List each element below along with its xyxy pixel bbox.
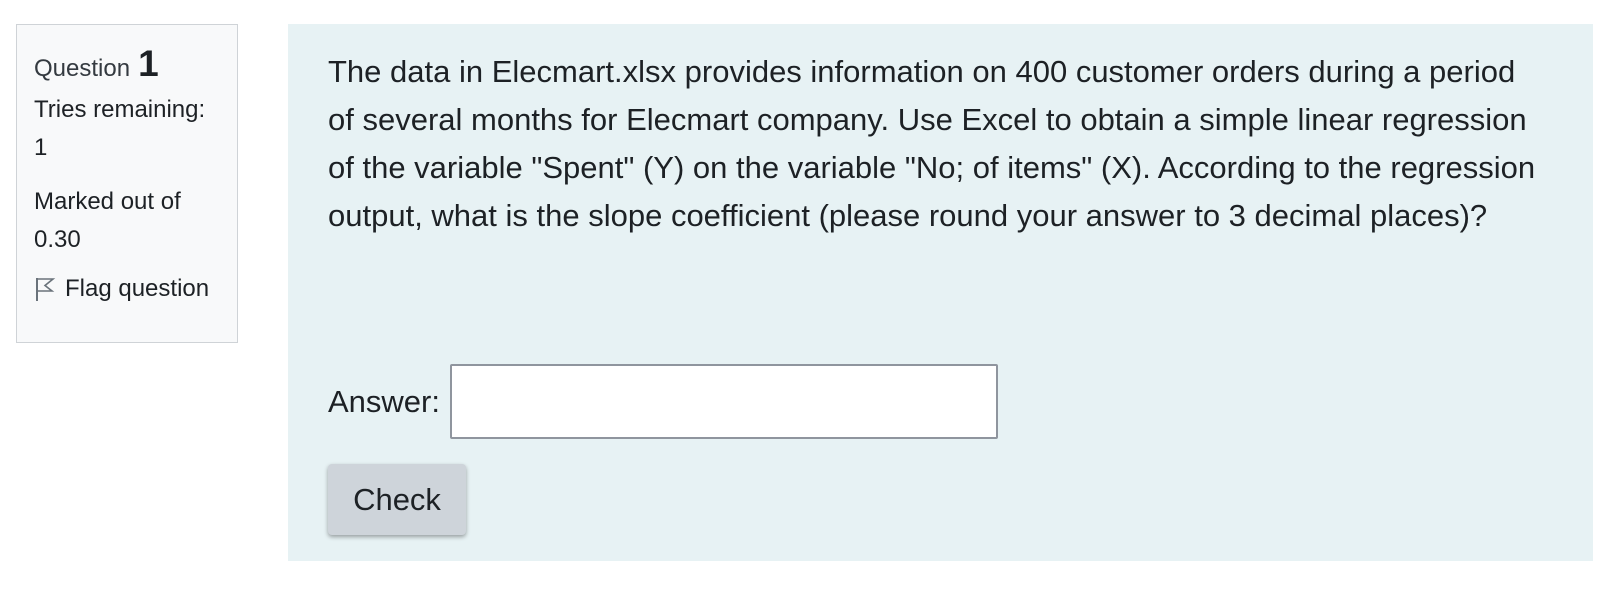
question-text: The data in Elecmart.xlsx provides infor… bbox=[328, 54, 1536, 233]
answer-row: Answer: bbox=[328, 364, 998, 439]
question-label: Question bbox=[34, 55, 131, 82]
answer-input[interactable] bbox=[449, 364, 998, 439]
flag-question-label: Flag question bbox=[65, 275, 210, 302]
question-number: 1 bbox=[138, 43, 159, 84]
flag-icon bbox=[34, 276, 56, 302]
tries-value: 1 bbox=[34, 134, 48, 161]
marked-value: 0.30 bbox=[34, 226, 81, 253]
flag-question-link[interactable]: Flag question bbox=[34, 275, 220, 303]
tries-remaining: Tries remaining: 1 bbox=[34, 91, 220, 167]
check-button[interactable]: Check bbox=[328, 464, 466, 535]
question-number-heading: Question 1 bbox=[34, 43, 220, 84]
marked-label: Marked out of bbox=[34, 188, 181, 215]
marked-out-of: Marked out of 0.30 bbox=[34, 183, 220, 259]
question-content: The data in Elecmart.xlsx provides infor… bbox=[288, 24, 1593, 561]
question-info-panel: Question 1 Tries remaining: 1 Marked out… bbox=[16, 24, 238, 343]
tries-label: Tries remaining: bbox=[34, 96, 206, 123]
answer-label: Answer: bbox=[328, 383, 440, 419]
